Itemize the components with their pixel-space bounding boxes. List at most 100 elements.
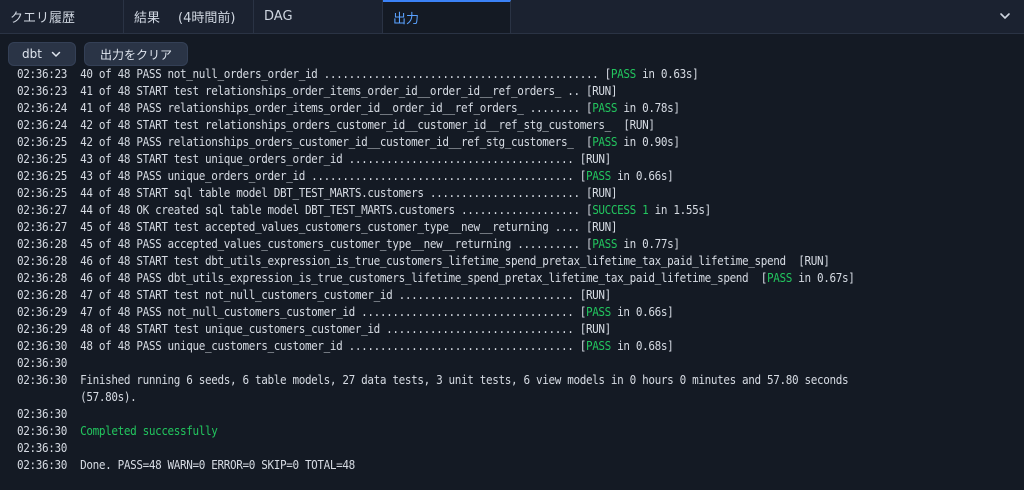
log-text: 48 of 48 START test unique_customers_cus…	[80, 322, 611, 336]
log-duration: in 0.90s]	[617, 135, 680, 149]
output-toolbar: dbt 出力をクリア	[0, 34, 1024, 70]
log-text: 44 of 48 START sql table model DBT_TEST_…	[80, 186, 618, 200]
log-line: 02:36:28 45 of 48 PASS accepted_values_cu…	[17, 236, 854, 253]
log-timestamp: 02:36:28	[17, 288, 67, 302]
log-line: 02:36:28 47 of 48 START test not_null_cus…	[17, 287, 854, 304]
log-status: PASS	[610, 67, 636, 81]
log-text: 44 of 48 OK created sql table model DBT_…	[80, 203, 593, 217]
log-line: 02:36:30 48 of 48 PASS unique_customers_c…	[17, 338, 854, 355]
log-line: 02:36:27 45 of 48 START test accepted_val…	[17, 219, 854, 236]
log-line: 02:36:29 47 of 48 PASS not_null_customers…	[17, 304, 854, 321]
log-line: 02:36:30 Completed successfully	[17, 423, 854, 440]
log-status: SUCCESS 1	[592, 203, 649, 217]
log-duration: in 0.77s]	[617, 237, 680, 251]
log-text: 41 of 48 START test relationships_order_…	[80, 84, 618, 98]
log-timestamp: 02:36:30	[17, 458, 67, 472]
log-timestamp: 02:36:25	[17, 152, 67, 166]
log-duration: in 0.68s]	[610, 339, 674, 353]
log-duration: in 0.66s]	[610, 169, 674, 183]
log-text: Done. PASS=48 WARN=0 ERROR=0 SKIP=0 TOTA…	[80, 458, 355, 472]
log-line: 02:36:28 46 of 48 PASS dbt_utils_expressi…	[17, 270, 855, 287]
log-line: 02:36:25 44 of 48 START sql table model D…	[17, 185, 854, 202]
log-timestamp: 02:36:23	[17, 84, 67, 98]
log-duration: in 0.63s]	[635, 67, 699, 81]
log-status: PASS	[592, 135, 618, 149]
log-status: PASS	[592, 237, 618, 251]
log-text: 46 of 48 PASS dbt_utils_expression_is_tr…	[80, 271, 768, 285]
log-text: 47 of 48 PASS not_null_customers_custome…	[80, 305, 586, 319]
chevron-down-icon[interactable]	[998, 9, 1012, 23]
log-timestamp: 02:36:28	[17, 237, 67, 251]
log-line: 02:36:23 40 of 48 PASS not_null_orders_or…	[17, 66, 854, 83]
log-timestamp: 02:36:30	[17, 373, 67, 387]
log-text: 43 of 48 PASS unique_orders_order_id ...…	[80, 169, 586, 183]
log-line: 02:36:25 43 of 48 PASS unique_orders_orde…	[17, 168, 854, 185]
log-text: 41 of 48 PASS relationships_order_items_…	[80, 101, 593, 115]
log-text: 45 of 48 START test accepted_values_cust…	[80, 220, 618, 234]
tab-query-history-label: クエリ履歴	[10, 11, 76, 26]
tab-results-label: 結果	[134, 11, 161, 26]
log-status: PASS	[592, 101, 618, 115]
log-text: 40 of 48 PASS not_null_orders_order_id .…	[80, 67, 611, 81]
output-log[interactable]: 02:36:23 40 of 48 PASS not_null_orders_or…	[0, 66, 1024, 490]
clear-output-label: 出力をクリア	[99, 47, 172, 62]
log-timestamp: 02:36:23	[17, 67, 67, 81]
log-line: 02:36:30	[17, 440, 854, 457]
log-lines: 02:36:23 40 of 48 PASS not_null_orders_or…	[17, 66, 855, 474]
log-duration: in 1.55s]	[648, 203, 712, 217]
log-text: 42 of 48 PASS relationships_orders_custo…	[80, 135, 593, 149]
dbt-select-button[interactable]: dbt	[8, 42, 76, 66]
log-status: PASS	[767, 271, 793, 285]
log-status: PASS	[585, 169, 611, 183]
log-line: 02:36:28 46 of 48 START test dbt_utils_ex…	[17, 253, 854, 270]
log-timestamp: 02:36:29	[17, 322, 67, 336]
log-timestamp: 02:36:24	[17, 101, 67, 115]
dbt-select-label: dbt	[22, 47, 42, 61]
log-text: 48 of 48 PASS unique_customers_customer_…	[80, 339, 586, 353]
log-line: 02:36:29 48 of 48 START test unique_custo…	[17, 321, 854, 338]
log-timestamp: 02:36:24	[17, 118, 67, 132]
log-timestamp: 02:36:30	[17, 356, 67, 370]
log-line: (57.80s).	[17, 389, 854, 406]
log-line: 02:36:25 43 of 48 START test unique_order…	[17, 151, 854, 168]
tab-output[interactable]: 出力	[383, 0, 511, 33]
log-timestamp: 02:36:25	[17, 169, 67, 183]
log-duration: in 0.67s]	[792, 271, 855, 285]
log-timestamp: 02:36:29	[17, 305, 67, 319]
log-status: PASS	[585, 305, 611, 319]
log-line: 02:36:30	[17, 406, 854, 423]
log-line: 02:36:30 Finished running 6 seeds, 6 tabl…	[17, 372, 854, 389]
log-line: 02:36:25 42 of 48 PASS relationships_orde…	[17, 134, 854, 151]
clear-output-button[interactable]: 出力をクリア	[84, 42, 188, 66]
log-line: 02:36:27 44 of 48 OK created sql table mo…	[17, 202, 854, 219]
log-text: (57.80s).	[80, 390, 137, 404]
log-line: 02:36:30 Done. PASS=48 WARN=0 ERROR=0 SKI…	[17, 457, 854, 474]
chevron-down-icon	[51, 51, 61, 58]
tab-dag[interactable]: DAG	[254, 0, 383, 33]
log-line: 02:36:24 42 of 48 START test relationship…	[17, 117, 854, 134]
tab-results[interactable]: 結果 (4時間前)	[124, 0, 254, 33]
panel-tab-bar: クエリ履歴 結果 (4時間前) DAG 出力	[0, 0, 1024, 34]
log-status: Completed successfully	[80, 424, 218, 438]
log-timestamp: 02:36:27	[17, 220, 67, 234]
log-text: 42 of 48 START test relationships_orders…	[80, 118, 655, 132]
log-timestamp: 02:36:30	[17, 441, 67, 455]
log-timestamp: 02:36:28	[17, 254, 67, 268]
log-text: Finished running 6 seeds, 6 table models…	[80, 373, 849, 387]
log-timestamp: 02:36:27	[17, 203, 67, 217]
tab-dag-label: DAG	[264, 9, 293, 24]
log-timestamp: 02:36:25	[17, 135, 67, 149]
log-status: PASS	[585, 339, 611, 353]
log-duration: in 0.66s]	[610, 305, 674, 319]
log-line: 02:36:30	[17, 355, 854, 372]
log-timestamp: 02:36:30	[17, 407, 67, 421]
tab-query-history[interactable]: クエリ履歴	[0, 0, 124, 33]
log-text: 47 of 48 START test not_null_customers_c…	[80, 288, 611, 302]
tab-results-age: (4時間前)	[178, 11, 236, 26]
log-timestamp: 02:36:25	[17, 186, 67, 200]
log-text: 46 of 48 START test dbt_utils_expression…	[80, 254, 830, 268]
tab-output-label: 出力	[393, 12, 420, 27]
log-text: 45 of 48 PASS accepted_values_customers_…	[80, 237, 593, 251]
log-duration: in 0.78s]	[617, 101, 680, 115]
log-timestamp: 02:36:30	[17, 339, 67, 353]
